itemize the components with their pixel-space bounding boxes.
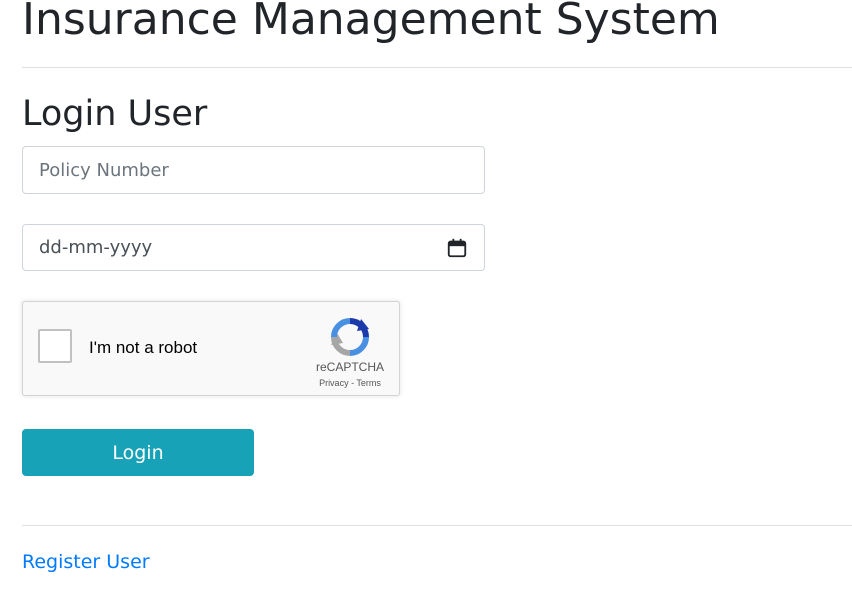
recaptcha-label: I'm not a robot — [89, 338, 198, 357]
app-title: Insurance Management System — [22, 0, 720, 45]
login-page: Insurance Management System Login User d… — [0, 0, 852, 597]
recaptcha-privacy-link[interactable]: Privacy — [319, 378, 349, 388]
register-user-link[interactable]: Register User — [22, 551, 150, 573]
policy-number-input[interactable] — [39, 159, 468, 181]
footer-divider — [22, 525, 852, 526]
date-field[interactable]: dd-mm-yyyy — [22, 224, 485, 271]
calendar-icon[interactable] — [446, 237, 468, 259]
recaptcha-brand: reCAPTCHA — [315, 360, 384, 374]
recaptcha-links: Privacy - Terms — [304, 378, 396, 388]
recaptcha-terms-link[interactable]: Terms — [356, 378, 381, 388]
form-title: Login User — [22, 94, 208, 134]
date-input-value[interactable]: dd-mm-yyyy — [39, 237, 152, 258]
login-button[interactable]: Login — [22, 429, 254, 476]
recaptcha-logo-icon — [331, 318, 369, 356]
recaptcha-widget: I'm not a robot reCAPTCHA Privacy - Term… — [22, 301, 400, 396]
policy-number-field[interactable] — [22, 146, 485, 194]
recaptcha-checkbox[interactable] — [38, 329, 72, 363]
header-divider — [22, 67, 852, 68]
